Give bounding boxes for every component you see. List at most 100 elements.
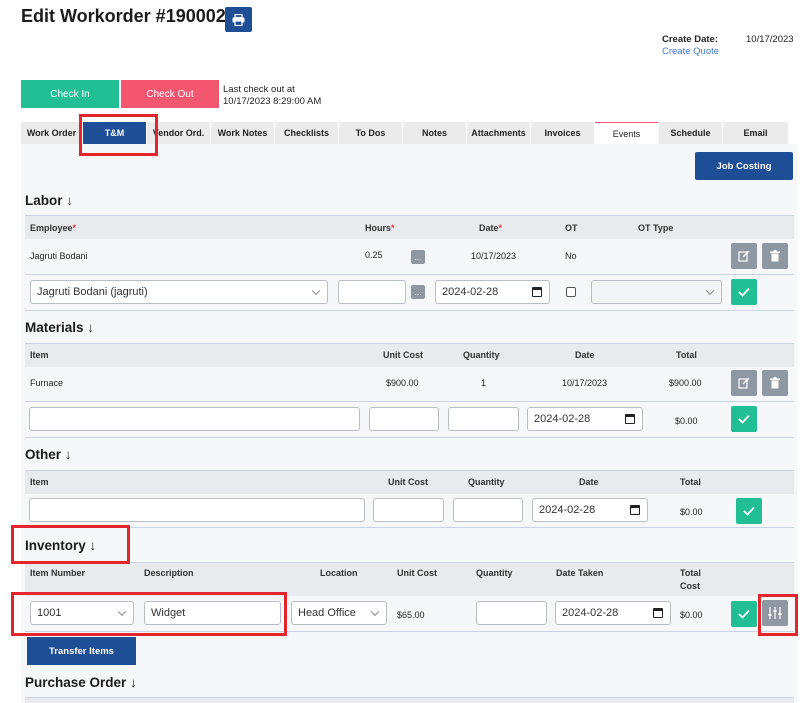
material-unit-cost-input[interactable] [369,407,439,431]
material-item: Furnace [30,378,64,388]
material-quantity-input[interactable] [448,407,519,431]
tab-attachments[interactable]: Attachments [467,122,531,144]
col-date: Date* [479,223,503,233]
labor-employee: Jagruti Bodani [30,251,88,261]
purchase-order-section-title[interactable]: Purchase Order ↓ [25,675,137,690]
material-date-value: 2024-02-28 [534,413,591,425]
other-date-value: 2024-02-28 [539,504,596,516]
other-new-row: 2024-02-28 $0.00 [25,494,794,528]
calendar-icon[interactable] [653,608,663,618]
tab-email[interactable]: Email [723,122,789,144]
tab-events[interactable]: Events [595,122,659,144]
labor-ot: No [565,251,577,261]
chevron-down-icon [311,286,321,296]
hours-detail-button[interactable]: … [411,285,425,299]
trash-icon [770,377,780,389]
col-hours: Hours* [365,223,395,233]
calendar-icon[interactable] [625,414,635,424]
tab-to-dos[interactable]: To Dos [339,122,403,144]
delete-button[interactable] [762,243,788,269]
check-in-button[interactable]: Check In [21,80,119,108]
calendar-icon[interactable] [532,287,542,297]
tab-checklists[interactable]: Checklists [275,122,339,144]
check-out-button[interactable]: Check Out [121,80,219,108]
check-icon [743,506,755,516]
tab-notes[interactable]: Notes [403,122,467,144]
transfer-items-button[interactable]: Transfer Items [27,637,136,665]
material-total: $900.00 [669,378,702,388]
tab-invoices[interactable]: Invoices [531,122,595,144]
col-total: Total [676,350,697,360]
highlight-box [11,592,287,636]
other-item-input[interactable] [29,498,365,522]
tab-work-order[interactable]: Work Order [21,122,83,144]
location-value: Head Office [298,607,356,619]
ot-type-select[interactable] [591,280,722,304]
material-quantity: 1 [481,378,487,388]
col-unit-cost: Unit Cost [383,350,423,360]
material-unit-cost: $900.00 [386,378,419,388]
material-item-input[interactable] [29,407,360,431]
employee-select-value: Jagruti Bodani (jagruti) [37,286,148,298]
material-date-input[interactable]: 2024-02-28 [527,407,643,431]
materials-row: Furnace $900.00 1 10/17/2023 $900.00 [25,367,794,402]
delete-button[interactable] [762,370,788,396]
labor-table-header: Employee* Hours* Date* OT OT Type [25,215,794,239]
materials-section-title[interactable]: Materials ↓ [25,320,94,335]
create-quote-link[interactable]: Create Quote [662,46,719,57]
col-unit-cost: Unit Cost [388,477,428,487]
employee-select[interactable]: Jagruti Bodani (jagruti) [30,280,328,304]
other-date-input[interactable]: 2024-02-28 [532,498,648,522]
col-total-cost-line2: Cost [680,581,700,591]
col-ot-type: OT Type [638,223,674,233]
highlight-box [79,114,158,156]
last-checkout-time: 10/17/2023 8:29:00 AM [223,96,322,107]
location-select[interactable]: Head Office [291,601,387,625]
other-section-title[interactable]: Other ↓ [25,447,72,462]
sort-arrow-icon: ↓ [62,193,74,208]
labor-date-input[interactable]: 2024-02-28 [435,280,550,304]
labor-date-value: 2024-02-28 [442,286,499,298]
inventory-quantity-input[interactable] [476,601,547,625]
hours-detail-button[interactable]: … [411,250,425,264]
chevron-down-icon [705,286,715,296]
date-taken-value: 2024-02-28 [562,607,619,619]
sort-arrow-icon: ↓ [83,320,95,335]
col-employee: Employee* [30,223,77,233]
col-ot: OT [565,223,578,233]
check-icon [738,414,750,424]
save-other-button[interactable] [736,498,762,524]
ot-checkbox[interactable] [566,287,576,297]
labor-hours: 0.25 [365,250,383,260]
col-date: Date [575,350,595,360]
save-inventory-button[interactable] [731,601,757,627]
other-table-header: Item Unit Cost Quantity Date Total [25,470,794,494]
other-new-total: $0.00 [680,507,703,517]
print-button[interactable] [225,7,252,32]
col-quantity: Quantity [468,477,505,487]
col-description: Description [144,568,194,578]
col-item: Item [30,350,49,360]
materials-new-row: 2024-02-28 $0.00 [25,402,794,438]
col-unit-cost: Unit Cost [397,568,437,578]
save-material-button[interactable] [731,406,757,432]
materials-table-header: Item Unit Cost Quantity Date Total [25,343,794,367]
check-icon [738,609,750,619]
date-taken-input[interactable]: 2024-02-28 [555,601,671,625]
tab-schedule[interactable]: Schedule [659,122,723,144]
calendar-icon[interactable] [630,505,640,515]
col-total: Total [680,477,701,487]
tab-work-notes[interactable]: Work Notes [211,122,275,144]
purchase-order-table-header [25,697,794,703]
other-unit-cost-input[interactable] [373,498,444,522]
edit-button[interactable] [731,243,757,269]
other-quantity-input[interactable] [453,498,523,522]
last-checkout-label: Last check out at [223,84,295,95]
edit-button[interactable] [731,370,757,396]
sort-arrow-icon: ↓ [61,447,72,462]
save-labor-button[interactable] [731,279,757,305]
job-costing-button[interactable]: Job Costing [695,152,793,180]
hours-input[interactable] [338,280,406,304]
labor-section-title[interactable]: Labor ↓ [25,193,73,208]
col-date: Date [579,477,599,487]
